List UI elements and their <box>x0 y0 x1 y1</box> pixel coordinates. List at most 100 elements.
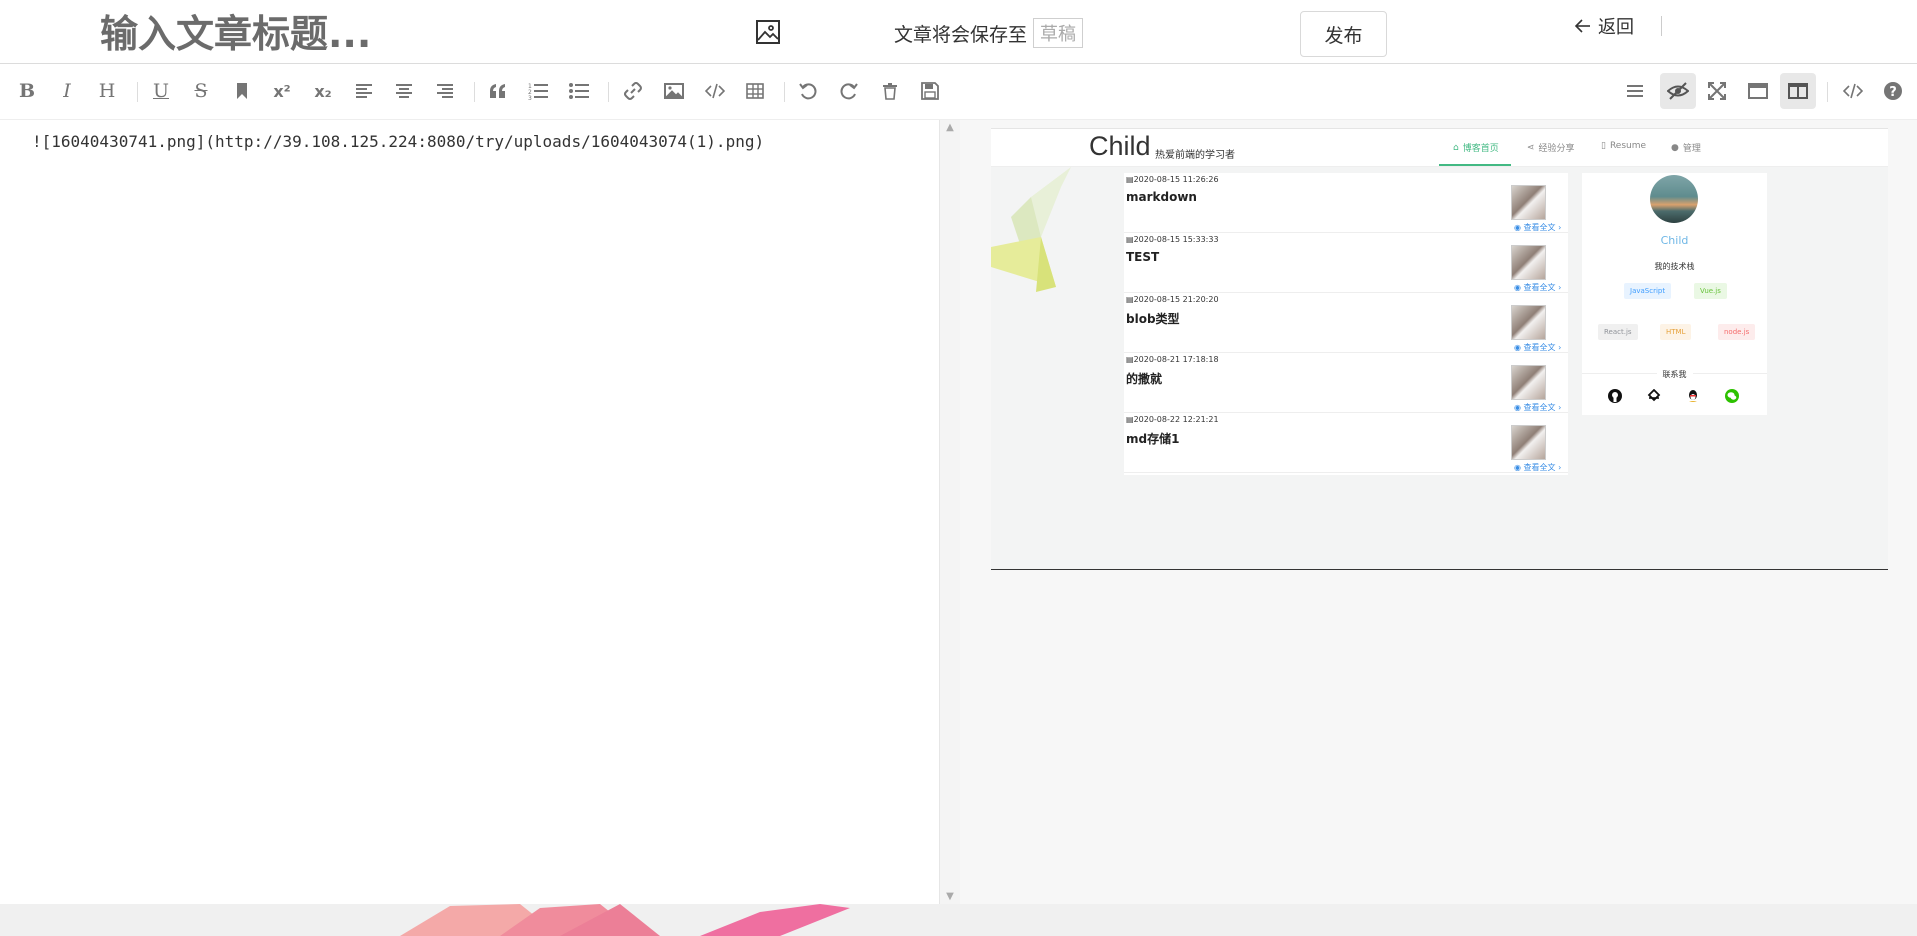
arrow-left-icon <box>1574 19 1590 33</box>
svg-text:3: 3 <box>528 95 532 100</box>
profile-card: Child 我的技术栈 JavaScript Vue.js React.js H… <box>1582 173 1767 415</box>
post-date: ▤2020-08-22 12:21:21 <box>1126 415 1219 424</box>
preview-toggle-button[interactable] <box>1660 73 1696 109</box>
editor-scrollbar[interactable]: ▲ ▼ <box>940 120 960 904</box>
post-title: md存储1 <box>1126 432 1180 446</box>
expand-icon <box>1708 82 1726 100</box>
subscript-button[interactable]: x₂ <box>308 76 338 106</box>
avatar <box>1650 175 1698 223</box>
strikethrough-button[interactable]: S <box>186 76 216 106</box>
strikethrough-icon: S <box>194 80 208 102</box>
superscript-button[interactable]: x² <box>267 76 297 106</box>
back-link[interactable]: 返回 <box>1574 13 1634 39</box>
post-thumbnail <box>1511 185 1546 220</box>
blog-navbar: Child 热爱前端的学习者 ⌂ 博客首页 ⋖ 经验分享 ▯ Resume ● … <box>991 129 1888 167</box>
blog-tagline: 热爱前端的学习者 <box>1155 150 1235 161</box>
ordered-list-icon: 123 <box>528 83 548 100</box>
help-button[interactable]: ? <box>1878 76 1908 106</box>
table-button[interactable] <box>740 76 770 106</box>
cover-image-button[interactable] <box>752 16 784 48</box>
subscript-icon: x₂ <box>314 81 332 101</box>
fullscreen-button[interactable] <box>1702 76 1732 106</box>
blog-post-list: ▤2020-08-15 11:26:26 markdown ◉ 查看全文 › ▤… <box>1124 173 1568 475</box>
tech-tag: Vue.js <box>1694 283 1727 299</box>
github-icon <box>1607 388 1623 404</box>
clear-button[interactable] <box>875 76 905 106</box>
document-icon: ▯ <box>1601 141 1606 151</box>
editor-header: 文章将会保存至 草稿 发布 返回 <box>0 0 1917 64</box>
blog-tab-label: 经验分享 <box>1538 144 1575 154</box>
link-button[interactable] <box>618 76 648 106</box>
columns-icon <box>1788 83 1808 99</box>
editor-content[interactable]: ![16040430741.png](http://39.108.125.224… <box>32 132 764 151</box>
post-title: 的撒就 <box>1126 372 1163 386</box>
bold-button[interactable]: B <box>12 76 42 106</box>
wechat-icon <box>1724 388 1740 404</box>
scroll-up-icon[interactable]: ▲ <box>940 122 960 133</box>
undo-button[interactable] <box>793 76 823 106</box>
quote-icon <box>490 84 505 98</box>
home-icon: ⌂ <box>1453 142 1459 153</box>
back-label: 返回 <box>1598 17 1634 38</box>
contact-label: 联系我 <box>1582 369 1767 380</box>
subfield-button[interactable] <box>1780 73 1816 109</box>
align-right-button[interactable] <box>430 76 460 106</box>
header-button[interactable]: H <box>92 76 122 106</box>
mark-button[interactable] <box>227 76 257 106</box>
decorative-polygon <box>400 904 850 936</box>
read-more-link: ◉ 查看全文 › <box>1514 463 1562 472</box>
blog-tab-label: 博客首页 <box>1462 144 1499 154</box>
read-mode-button[interactable] <box>1743 76 1773 106</box>
align-left-button[interactable] <box>349 76 379 106</box>
tech-stack-label: 我的技术栈 <box>1654 262 1695 271</box>
italic-icon: I <box>63 80 71 102</box>
active-tab-indicator <box>1439 164 1511 166</box>
svg-text:?: ? <box>1889 85 1897 100</box>
blog-post: ▤2020-08-21 17:18:18 的撒就 ◉ 查看全文 › <box>1124 353 1568 413</box>
unordered-list-button[interactable] <box>564 76 594 106</box>
read-more-link: ◉ 查看全文 › <box>1514 283 1562 292</box>
tech-tag: node.js <box>1718 324 1756 340</box>
underline-button[interactable]: U <box>146 76 176 106</box>
scroll-down-icon[interactable]: ▼ <box>940 891 960 902</box>
header-icon: H <box>98 80 116 102</box>
toolbar-separator <box>137 82 138 102</box>
eye-slash-icon <box>1667 82 1689 100</box>
align-left-icon <box>356 84 372 98</box>
publish-button[interactable]: 发布 <box>1300 11 1387 57</box>
code-icon <box>705 83 725 99</box>
insert-image-button[interactable] <box>659 76 689 106</box>
quote-button[interactable] <box>483 76 513 106</box>
trash-icon <box>883 83 897 100</box>
italic-button[interactable]: I <box>52 76 82 106</box>
html-code-button[interactable] <box>1838 76 1868 106</box>
blog-post: ▤2020-08-22 12:21:21 md存储1 ◉ 查看全文 › <box>1124 413 1568 473</box>
redo-button[interactable] <box>834 76 864 106</box>
align-center-button[interactable] <box>389 76 419 106</box>
align-right-icon <box>437 84 453 98</box>
article-title-input[interactable] <box>100 10 660 58</box>
post-thumbnail <box>1511 305 1546 340</box>
preview-image: Child 热爱前端的学习者 ⌂ 博客首页 ⋖ 经验分享 ▯ Resume ● … <box>991 128 1888 570</box>
navigation-button[interactable] <box>1620 76 1650 106</box>
profile-name: Child <box>1660 234 1689 247</box>
post-date: ▤2020-08-15 21:20:20 <box>1126 295 1219 304</box>
superscript-icon: x² <box>273 81 291 101</box>
code-button[interactable] <box>700 76 730 106</box>
ordered-list-button[interactable]: 123 <box>523 76 553 106</box>
blog-post: ▤2020-08-15 15:33:33 TEST ◉ 查看全文 › <box>1124 233 1568 293</box>
post-thumbnail <box>1511 425 1546 460</box>
blog-tab-home: ⌂ 博客首页 <box>1453 141 1499 155</box>
tech-tag: HTML <box>1660 324 1692 340</box>
bookmark-icon <box>237 83 247 99</box>
underline-icon: U <box>152 80 169 102</box>
post-date: ▤2020-08-21 17:18:18 <box>1126 355 1219 364</box>
save-note-text: 文章将会保存至 <box>894 23 1028 46</box>
align-center-icon <box>396 84 412 98</box>
save-button[interactable] <box>915 76 945 106</box>
save-destination-note: 文章将会保存至 草稿 <box>894 18 1084 48</box>
juejin-icon <box>1646 388 1662 404</box>
markdown-editor[interactable]: ![16040430741.png](http://39.108.125.224… <box>0 120 940 904</box>
qq-icon <box>1685 388 1701 404</box>
save-icon <box>921 82 939 100</box>
